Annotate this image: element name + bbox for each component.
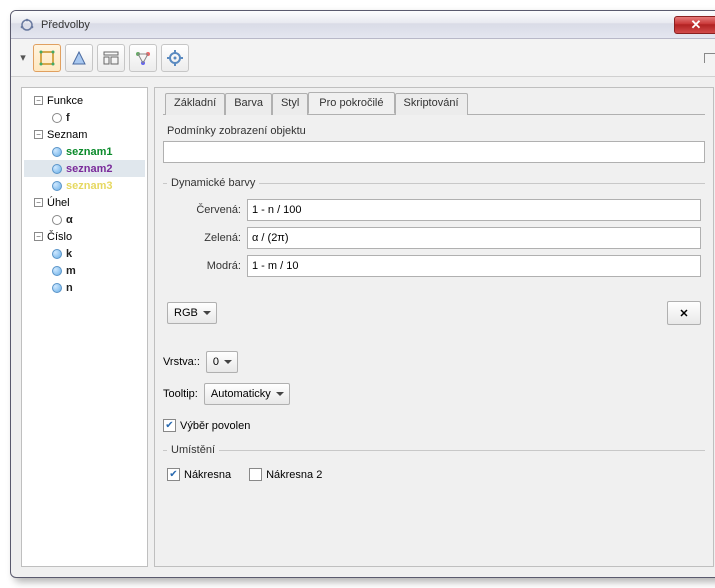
app-icon [19, 17, 35, 33]
green-input[interactable] [247, 227, 701, 249]
red-label: Červená: [167, 204, 241, 216]
view1-label: Nákresna [184, 469, 231, 481]
selection-checkbox[interactable]: ✔Výběr povolen [163, 419, 250, 432]
body: −Funkcef−Seznamseznam1seznam2seznam3−Úhe… [11, 77, 715, 577]
tooltip-value: Automaticky [211, 388, 271, 400]
bullet-icon [52, 113, 62, 123]
condition-group: Podmínky zobrazení objektu [163, 125, 705, 163]
collapse-icon[interactable]: − [34, 198, 43, 207]
layer-select[interactable]: 0 [206, 351, 238, 373]
tool-layout[interactable] [97, 44, 125, 72]
tool-triangle[interactable] [65, 44, 93, 72]
bullet-icon [52, 181, 62, 191]
selection-label: Výběr povolen [180, 420, 250, 432]
tree-item[interactable]: m [24, 262, 145, 279]
preferences-window: Předvolby ✕ ▾ −Funkcef−Seznamseznam1sezn… [10, 10, 715, 578]
tree-item[interactable]: n [24, 279, 145, 296]
tree-item[interactable]: seznam1 [24, 143, 145, 160]
tree-item[interactable]: seznam2 [24, 160, 145, 177]
titlebar: Předvolby ✕ [11, 11, 715, 39]
tab-základní[interactable]: Základní [165, 93, 225, 115]
tool-settings[interactable] [161, 44, 189, 72]
location-label: Umístění [167, 444, 219, 456]
bullet-icon [52, 164, 62, 174]
bullet-icon [52, 147, 62, 157]
condition-input[interactable] [163, 141, 705, 163]
tree-item[interactable]: f [24, 109, 145, 126]
tree-category[interactable]: −Seznam [24, 126, 145, 143]
collapse-icon[interactable]: − [34, 130, 43, 139]
green-label: Zelená: [167, 232, 241, 244]
bullet-icon [52, 283, 62, 293]
delete-color-button[interactable]: ✕ [667, 301, 701, 325]
bullet-icon [52, 266, 62, 276]
toolbar-menu-arrow[interactable]: ▾ [17, 52, 29, 64]
tree-item[interactable]: k [24, 245, 145, 262]
tooltip-select[interactable]: Automaticky [204, 383, 290, 405]
color-mode-select[interactable]: RGB [167, 302, 217, 324]
bullet-icon [52, 249, 62, 259]
view2-checkbox[interactable]: Nákresna 2 [249, 468, 322, 481]
tab-barva[interactable]: Barva [225, 93, 272, 115]
tool-select[interactable] [33, 44, 61, 72]
color-mode-value: RGB [174, 307, 198, 319]
tree-category[interactable]: −Funkce [24, 92, 145, 109]
collapse-icon[interactable]: − [34, 232, 43, 241]
layer-value: 0 [213, 356, 219, 368]
view1-checkbox[interactable]: ✔Nákresna [167, 468, 231, 481]
tab-skriptování[interactable]: Skriptování [395, 93, 468, 115]
blue-label: Modrá: [167, 260, 241, 272]
collapse-icon[interactable]: − [34, 96, 43, 105]
view2-label: Nákresna 2 [266, 469, 322, 481]
location-group: Umístění ✔Nákresna Nákresna 2 [163, 444, 705, 485]
object-tree[interactable]: −Funkcef−Seznamseznam1seznam2seznam3−Úhe… [21, 87, 148, 567]
x-icon: ✕ [679, 307, 688, 320]
tree-category[interactable]: −Úhel [24, 194, 145, 211]
condition-label: Podmínky zobrazení objektu [163, 125, 705, 137]
tree-item[interactable]: α [24, 211, 145, 228]
tree-category[interactable]: −Číslo [24, 228, 145, 245]
detach-icon[interactable] [704, 53, 715, 63]
tab-bar: ZákladníBarvaStylPro pokročiléSkriptován… [163, 92, 705, 115]
tree-item[interactable]: seznam3 [24, 177, 145, 194]
bullet-icon [52, 215, 62, 225]
tool-graph[interactable] [129, 44, 157, 72]
dynamic-colors-label: Dynamické barvy [167, 177, 259, 189]
content-panel: ZákladníBarvaStylPro pokročiléSkriptován… [154, 87, 714, 567]
red-input[interactable] [247, 199, 701, 221]
window-title: Předvolby [41, 19, 674, 31]
layer-label: Vrstva:: [163, 356, 200, 368]
dynamic-colors-group: Dynamické barvy Červená: Zelená: Modrá: … [163, 177, 705, 329]
tab-pro-pokročilé[interactable]: Pro pokročilé [308, 92, 394, 114]
blue-input[interactable] [247, 255, 701, 277]
tab-styl[interactable]: Styl [272, 93, 308, 115]
toolbar: ▾ [11, 39, 715, 77]
tooltip-label: Tooltip: [163, 388, 198, 400]
close-button[interactable]: ✕ [674, 16, 715, 34]
